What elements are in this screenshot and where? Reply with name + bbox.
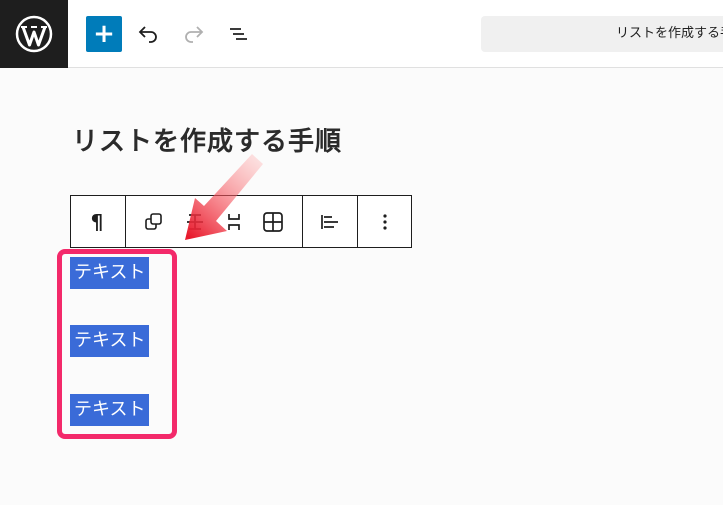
document-title-bar[interactable]: リストを作成する手順 (481, 16, 723, 52)
undo-icon (138, 26, 157, 43)
editor-canvas: リストを作成する手順 ¶ テキスト テキスト テキスト (0, 68, 723, 505)
editor-header: + リストを作成する手順 (0, 0, 723, 68)
redo-icon (185, 26, 204, 43)
document-title: リストを作成する手順 (616, 26, 723, 41)
add-block-button[interactable]: + (86, 16, 122, 52)
wordpress-logo-icon[interactable] (0, 0, 68, 68)
annotation-arrow-icon (185, 154, 263, 240)
undo-button[interactable] (130, 16, 166, 52)
list-view-button[interactable] (220, 16, 256, 52)
redo-button[interactable] (176, 16, 212, 52)
list-view-icon (230, 28, 247, 40)
plus-icon: + (93, 19, 115, 49)
